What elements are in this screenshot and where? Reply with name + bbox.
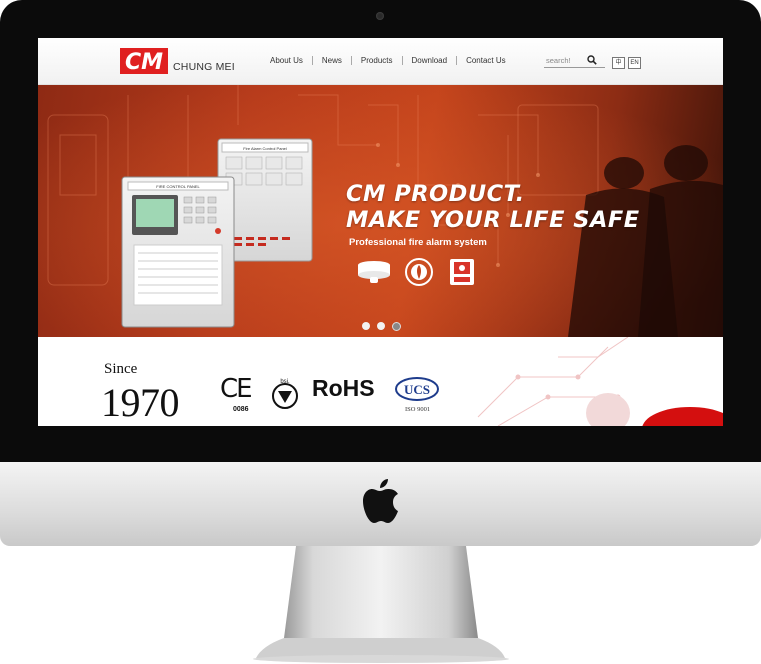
hero-title: CM PRODUCT. MAKE YOUR LIFE SAFE (346, 181, 640, 233)
rohs-mark: RoHS (312, 375, 375, 401)
nav-contact-us[interactable]: Contact Us (466, 56, 506, 65)
ce-code: 0086 (233, 406, 249, 413)
nav-divider (350, 56, 352, 65)
nav-about-us[interactable]: About Us (270, 56, 303, 65)
hero-title-line1: CM PRODUCT. (346, 181, 525, 207)
nav-products[interactable]: Products (361, 56, 393, 65)
panel-label-right: Fire Alarm Control Panel (243, 146, 287, 151)
main-nav: About Us News Products Download Contact … (270, 56, 506, 65)
since-label: Since (104, 361, 138, 377)
imac-stand (253, 546, 509, 663)
manual-call-point-icon (450, 259, 474, 285)
founded-year: 1970 (101, 380, 180, 425)
bsi-kitemark-icon: bsi. (272, 379, 298, 409)
ucs-label: UCS (404, 382, 430, 397)
strip-decoration (477, 337, 723, 426)
certification-strip: Since 1970 CE 0086 bsi. RoHS UCS ISO 900… (38, 337, 723, 426)
screen: CM CHUNG MEI About Us News Products Down… (38, 38, 723, 426)
imac-chin (0, 462, 761, 546)
nav-divider (401, 56, 403, 65)
smoke-detector-icon (358, 261, 390, 283)
brand-mark: CM (125, 50, 163, 74)
camera (376, 12, 384, 20)
iso-label: ISO 9001 (405, 406, 431, 413)
lang-english-button[interactable]: EN (628, 57, 641, 69)
brand-logo[interactable]: CM (120, 48, 168, 74)
search-icon[interactable] (587, 55, 597, 65)
slider-dot-2[interactable] (377, 322, 385, 330)
nav-news[interactable]: News (322, 56, 342, 65)
slider-dot-1[interactable] (362, 322, 370, 330)
nav-divider (311, 56, 313, 65)
slider-dots (362, 322, 401, 331)
hero-subtitle: Professional fire alarm system (349, 237, 487, 248)
brand-name: CHUNG MEI (173, 61, 235, 73)
nav-download[interactable]: Download (412, 56, 448, 65)
hero-title-line2: MAKE YOUR LIFE SAFE (346, 207, 640, 233)
slider-dot-3-active[interactable] (392, 322, 401, 331)
panel-label-left: FIRE CONTROL PANEL (156, 184, 200, 189)
nav-divider (456, 56, 458, 65)
site-header: CM CHUNG MEI About Us News Products Down… (38, 38, 723, 85)
heat-detector-icon (405, 258, 433, 286)
hero-banner: Fire Alarm Control Panel FIRE CONTROL PA… (38, 85, 723, 337)
apple-logo-icon (363, 479, 398, 523)
ce-mark: CE (220, 374, 253, 404)
lang-chinese-button[interactable]: 中 (612, 57, 625, 69)
ucs-logo-icon: UCS (395, 377, 439, 401)
